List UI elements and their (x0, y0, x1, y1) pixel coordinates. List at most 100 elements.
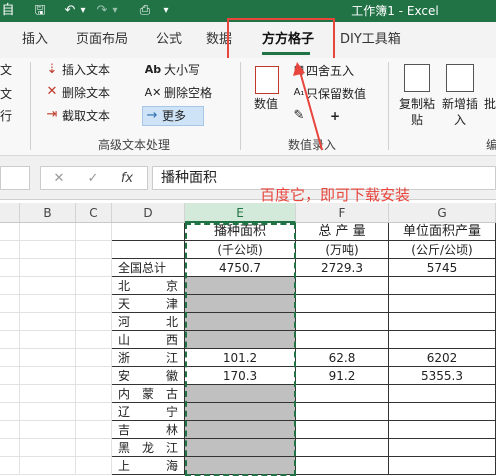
case-button[interactable]: 大小写 (164, 62, 200, 78)
province-cell[interactable]: 辽宁 (112, 403, 185, 421)
cell[interactable] (0, 349, 20, 367)
province-cell[interactable]: 山西 (112, 331, 185, 349)
plus-button[interactable]: + (330, 108, 340, 124)
sown-area-cell[interactable]: 170.3 (185, 367, 296, 385)
tab-page-layout[interactable]: 页面布局 (76, 30, 128, 50)
cell[interactable] (20, 295, 76, 313)
cell[interactable] (112, 241, 185, 259)
cell-e-header1[interactable]: 播种面积 (185, 223, 296, 241)
cell-f-header1[interactable]: 总 产 量 (296, 223, 389, 241)
keep-number-button[interactable]: 只保留数值 (306, 86, 366, 102)
cell[interactable] (0, 367, 20, 385)
cell[interactable] (76, 295, 112, 313)
undo-dropdown-icon[interactable]: ▾ (78, 2, 88, 20)
yield-cell[interactable] (389, 295, 496, 313)
cell[interactable] (0, 421, 20, 439)
copy-paste-button[interactable]: 复制粘贴 (398, 96, 436, 128)
column-header-a[interactable] (0, 203, 20, 223)
insert-text-button[interactable]: 插入文本 (62, 62, 110, 78)
cell[interactable] (0, 241, 20, 259)
cell[interactable] (20, 277, 76, 295)
insert-function-icon[interactable]: fx (113, 170, 141, 188)
yield-cell[interactable]: 6202 (389, 349, 496, 367)
cell[interactable] (76, 313, 112, 331)
sown-area-cell[interactable] (185, 277, 296, 295)
cell[interactable] (76, 331, 112, 349)
cell[interactable] (20, 439, 76, 457)
column-header-c[interactable]: C (76, 203, 112, 223)
undo-icon[interactable]: ↶ (62, 2, 78, 20)
cancel-icon[interactable]: ✕ (45, 170, 73, 188)
output-cell[interactable]: 91.2 (296, 367, 389, 385)
cell-e-header2[interactable]: (千公顷) (185, 241, 296, 259)
province-cell[interactable]: 安徽 (112, 367, 185, 385)
cell[interactable] (20, 331, 76, 349)
output-cell[interactable] (296, 331, 389, 349)
province-cell[interactable]: 浙江 (112, 349, 185, 367)
sown-area-cell[interactable] (185, 457, 296, 475)
customize-quick-access-icon[interactable]: ▾ (160, 2, 172, 20)
touch-mode-icon[interactable]: ⎙ (136, 2, 154, 20)
cell[interactable] (20, 349, 76, 367)
confirm-icon[interactable]: ✓ (79, 170, 107, 188)
delete-space-button[interactable]: 删除空格 (164, 85, 212, 101)
cell[interactable] (76, 457, 112, 475)
cell[interactable] (76, 403, 112, 421)
cell[interactable] (0, 313, 20, 331)
output-cell[interactable] (296, 457, 389, 475)
tab-formulas[interactable]: 公式 (156, 30, 182, 50)
yield-cell[interactable] (389, 331, 496, 349)
ribbon-left-item-2[interactable]: 文 (0, 86, 12, 102)
output-cell[interactable] (296, 295, 389, 313)
province-cell[interactable]: 全国总计 (112, 259, 185, 277)
ribbon-left-item-1[interactable]: 文 (0, 62, 12, 78)
cell[interactable] (76, 385, 112, 403)
sown-area-cell[interactable] (185, 295, 296, 313)
redo-dropdown-icon[interactable]: ▾ (110, 2, 120, 20)
yield-cell[interactable]: 5745 (389, 259, 496, 277)
province-cell[interactable]: 吉林 (112, 421, 185, 439)
cell[interactable] (0, 439, 20, 457)
cell[interactable] (0, 403, 20, 421)
cell[interactable] (20, 313, 76, 331)
new-insert-button[interactable]: 新增插入 (440, 96, 480, 128)
cell[interactable] (0, 223, 20, 241)
batch-button[interactable]: 批 (484, 96, 496, 112)
cell[interactable] (20, 223, 76, 241)
cell[interactable] (20, 421, 76, 439)
sown-area-cell[interactable] (185, 439, 296, 457)
cell[interactable] (76, 349, 112, 367)
column-header-g[interactable]: G (389, 203, 496, 223)
output-cell[interactable] (296, 385, 389, 403)
sown-area-cell[interactable] (185, 313, 296, 331)
province-cell[interactable]: 内蒙古 (112, 385, 185, 403)
province-cell[interactable]: 天津 (112, 295, 185, 313)
yield-cell[interactable] (389, 403, 496, 421)
cell[interactable] (20, 385, 76, 403)
cell[interactable] (0, 385, 20, 403)
output-cell[interactable] (296, 313, 389, 331)
yield-cell[interactable] (389, 277, 496, 295)
cell[interactable] (20, 259, 76, 277)
sown-area-cell[interactable] (185, 421, 296, 439)
output-cell[interactable] (296, 403, 389, 421)
cell[interactable] (76, 223, 112, 241)
sown-area-cell[interactable] (185, 403, 296, 421)
cell[interactable] (0, 277, 20, 295)
province-cell[interactable]: 黑龙江 (112, 439, 185, 457)
column-header-f[interactable]: F (296, 203, 389, 223)
cell[interactable] (76, 277, 112, 295)
cell[interactable] (76, 367, 112, 385)
cell[interactable] (0, 259, 20, 277)
autosave-icon[interactable]: 自 (0, 2, 16, 20)
output-cell[interactable]: 2729.3 (296, 259, 389, 277)
province-cell[interactable]: 上海 (112, 457, 185, 475)
cell[interactable] (20, 403, 76, 421)
cell[interactable] (20, 457, 76, 475)
delete-text-button[interactable]: 删除文本 (62, 85, 110, 101)
cell-f-header2[interactable]: (万吨) (296, 241, 389, 259)
yield-cell[interactable] (389, 313, 496, 331)
yield-cell[interactable] (389, 421, 496, 439)
output-cell[interactable] (296, 277, 389, 295)
sown-area-cell[interactable] (185, 331, 296, 349)
